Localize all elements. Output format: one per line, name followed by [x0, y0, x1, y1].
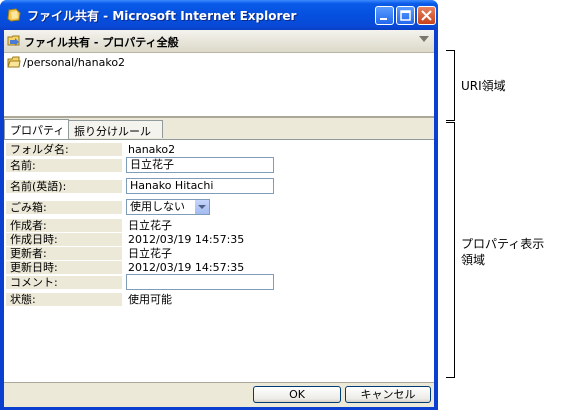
chevron-down-icon[interactable] — [194, 200, 209, 214]
property-label: 作成者: — [6, 219, 122, 232]
name-english-field[interactable]: Hanako Hitachi — [126, 178, 274, 194]
property-label: 更新者: — [6, 247, 122, 260]
tab-sorting-rules[interactable]: 振り分けルール — [68, 120, 163, 138]
ie-icon — [7, 8, 21, 22]
callout-line: プロパティ表示 — [461, 237, 545, 251]
maximize-icon — [400, 10, 411, 21]
maximize-button[interactable] — [396, 6, 415, 25]
property-label: コメント: — [6, 276, 122, 289]
folder-share-icon — [7, 35, 20, 46]
callout-line: 領域 — [461, 253, 486, 267]
property-label: 更新日時: — [6, 261, 122, 274]
tab-properties[interactable]: プロパティ — [4, 119, 69, 139]
property-label: 名前(英語): — [6, 180, 122, 193]
uri-area-bracket — [446, 50, 455, 121]
browser-window: ファイル共有 - Microsoft Internet Explorer ファイ… — [0, 0, 438, 410]
collapse-arrow-icon[interactable] — [419, 36, 429, 42]
cancel-button[interactable]: キャンセル — [345, 386, 431, 403]
property-label: ごみ箱: — [6, 201, 122, 214]
trash-select[interactable]: 使用しない — [126, 199, 210, 215]
property-label: 作成日時: — [6, 233, 122, 246]
ok-button[interactable]: OK — [253, 386, 341, 403]
minimize-icon — [380, 18, 387, 20]
uri-area-callout: URI領域 — [461, 79, 506, 93]
window-client-area: ファイル共有 - プロパティ全般 /personal/hanako2 プロパティ… — [4, 30, 434, 407]
minimize-button[interactable] — [375, 6, 394, 25]
close-button[interactable] — [417, 6, 436, 25]
panel-header: ファイル共有 - プロパティ全般 — [4, 30, 434, 53]
property-panel: フォルダ名: hanako2 名前: 日立花子 名前(英語): Hanako H… — [4, 140, 434, 382]
property-value: 使用可能 — [128, 293, 172, 306]
window-title: ファイル共有 - Microsoft Internet Explorer — [27, 9, 297, 23]
property-area-bracket — [446, 122, 455, 378]
property-value: 2012/03/19 14:57:35 — [128, 261, 245, 274]
panel-title: ファイル共有 - プロパティ全般 — [24, 36, 179, 49]
folder-icon — [7, 56, 21, 68]
property-label: 名前: — [6, 159, 122, 172]
dialog-footer: OK キャンセル — [4, 382, 434, 407]
select-value: 使用しない — [130, 200, 185, 213]
property-value: 日立花子 — [128, 219, 172, 232]
property-label: フォルダ名: — [6, 143, 122, 156]
property-value: 日立花子 — [128, 247, 172, 260]
property-area-callout: プロパティ表示 領域 — [461, 236, 544, 268]
property-value: hanako2 — [128, 143, 176, 156]
name-field[interactable]: 日立花子 — [126, 157, 274, 173]
uri-area: /personal/hanako2 — [4, 53, 434, 118]
property-value: 2012/03/19 14:57:35 — [128, 233, 245, 246]
uri-path[interactable]: /personal/hanako2 — [23, 56, 125, 69]
title-bar[interactable]: ファイル共有 - Microsoft Internet Explorer — [0, 0, 438, 30]
property-label: 状態: — [6, 293, 122, 306]
close-icon — [421, 10, 432, 21]
comment-field[interactable] — [126, 274, 274, 290]
tab-bar: プロパティ 振り分けルール — [4, 119, 434, 140]
